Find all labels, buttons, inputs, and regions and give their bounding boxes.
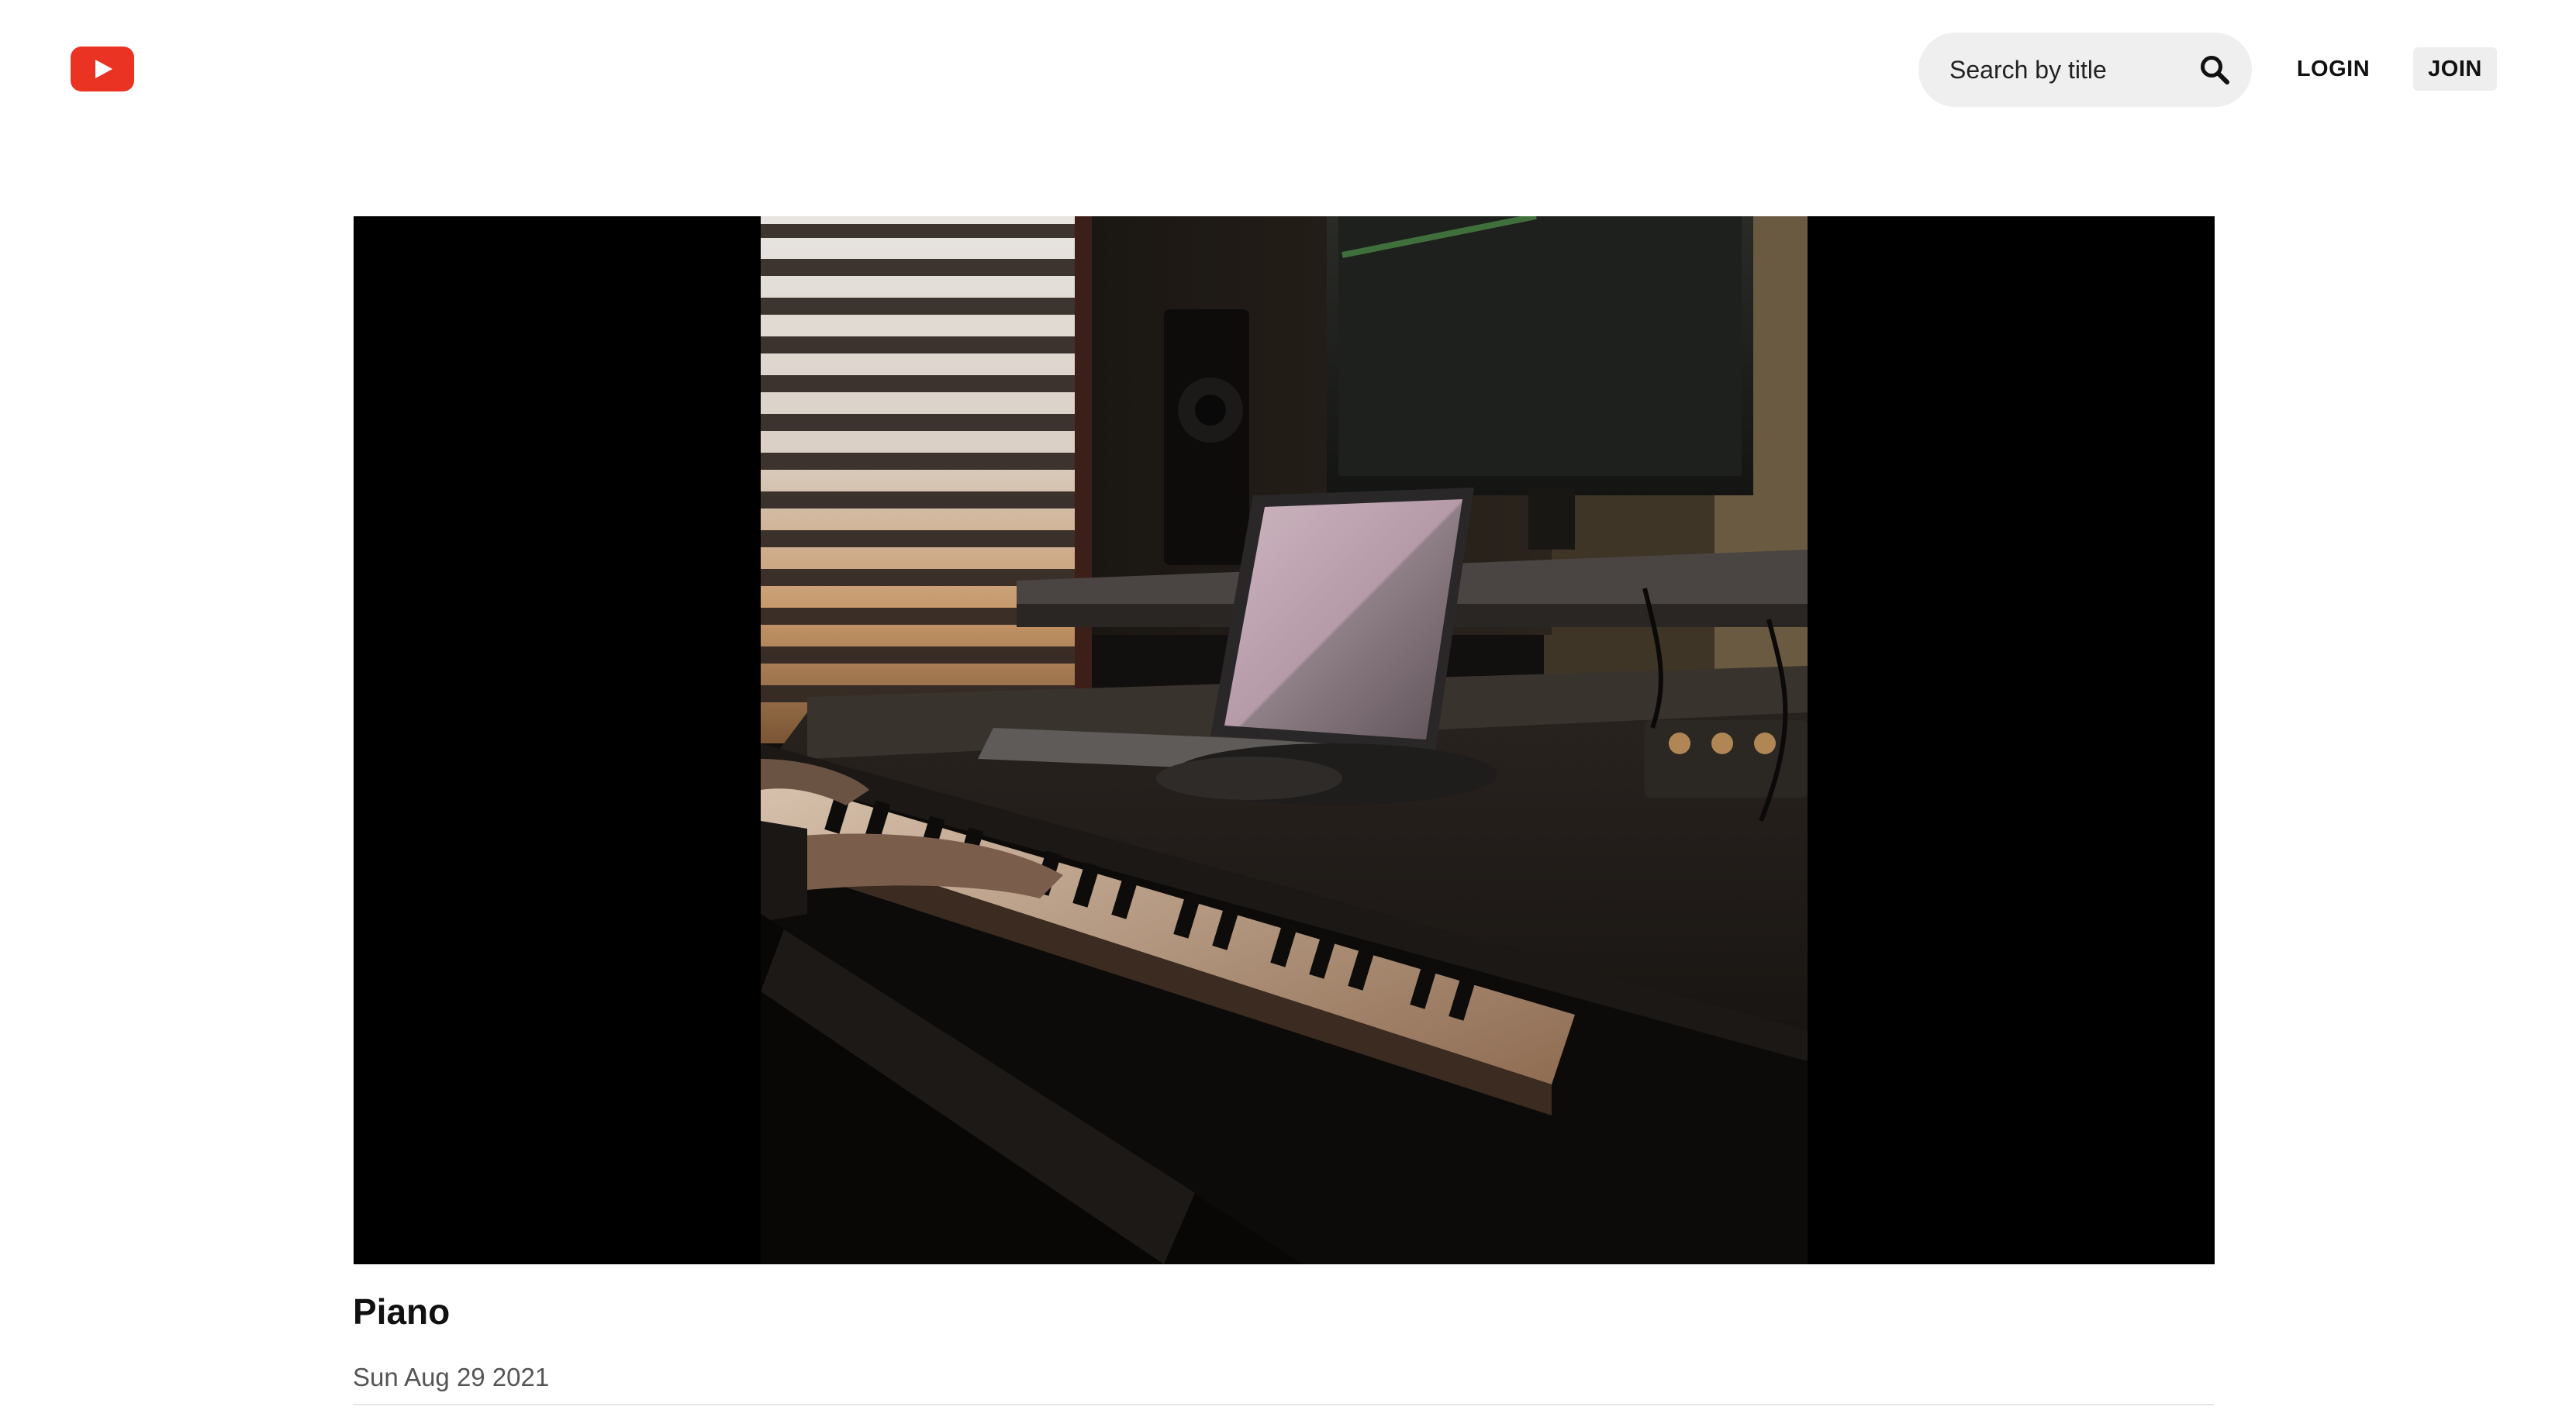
youtube-logo-icon[interactable] — [71, 47, 134, 91]
video-still-image — [761, 216, 1808, 1264]
search-input[interactable] — [1949, 51, 2182, 88]
login-button[interactable]: LOGIN — [2284, 47, 2382, 91]
video-date: Sun Aug 29 2021 — [353, 1363, 550, 1391]
top-header: LOGIN JOIN — [0, 0, 2576, 140]
video-title: Piano — [353, 1291, 451, 1332]
play-triangle — [95, 60, 112, 78]
join-button[interactable]: JOIN — [2413, 47, 2497, 91]
search-icon[interactable] — [2199, 54, 2230, 85]
video-player[interactable] — [354, 216, 2215, 1264]
search-bar — [1918, 33, 2252, 107]
divider — [353, 1404, 2214, 1405]
video-frame — [761, 216, 1808, 1264]
